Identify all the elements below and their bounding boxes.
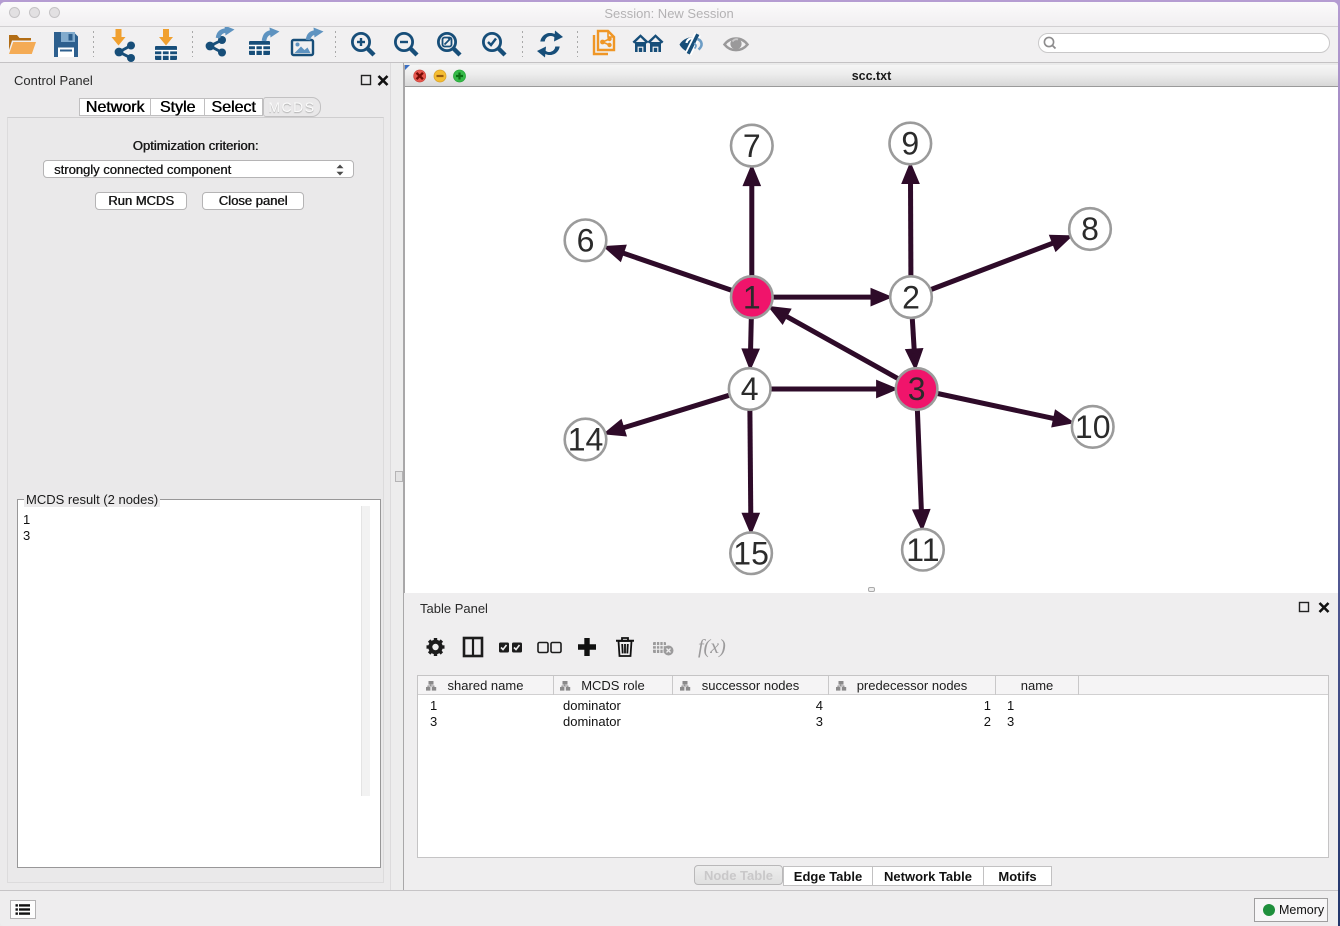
svg-text:11: 11 [906,532,939,568]
svg-text:9: 9 [901,126,919,162]
svg-text:8: 8 [1081,211,1099,247]
svg-text:1: 1 [743,279,761,315]
svg-text:3: 3 [908,371,926,407]
svg-text:6: 6 [577,223,595,259]
svg-text:f(x): f(x) [698,636,726,658]
svg-text:14: 14 [568,422,604,458]
svg-text:7: 7 [743,128,761,164]
svg-text:15: 15 [733,535,769,571]
svg-text:2: 2 [902,279,920,315]
svg-text:10: 10 [1075,409,1111,445]
svg-text:4: 4 [741,371,759,407]
